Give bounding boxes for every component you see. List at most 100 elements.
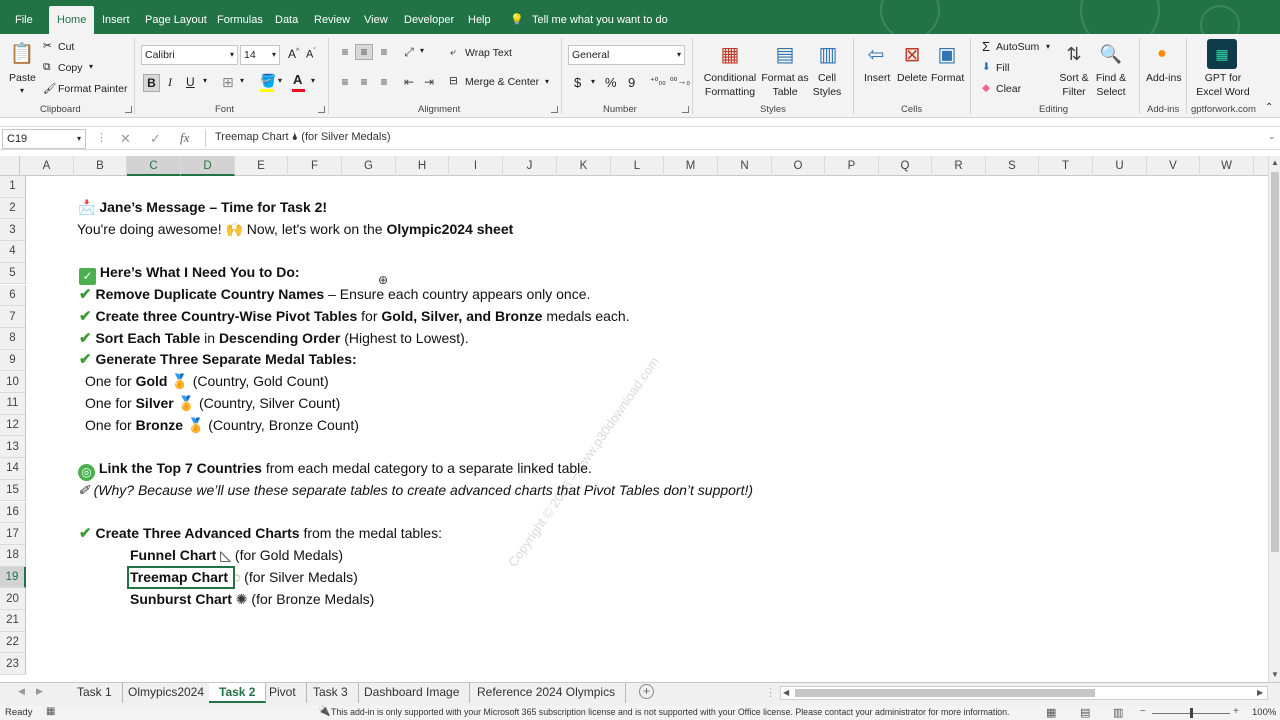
scroll-down-icon[interactable]: ▼ xyxy=(1271,670,1279,679)
column-header-a[interactable]: A xyxy=(20,156,74,176)
fill-button[interactable]: Fill xyxy=(996,62,1009,74)
format-as-table-icon[interactable]: ▤ xyxy=(771,40,799,68)
cell-styles-button[interactable]: Cell Styles xyxy=(808,71,846,99)
menu-home[interactable]: Home xyxy=(49,6,95,34)
bold-button[interactable]: B xyxy=(143,74,160,92)
row-header-23[interactable]: 23 xyxy=(0,653,26,676)
currency-button[interactable]: $ xyxy=(574,75,581,90)
wrap-text-button[interactable]: Wrap Text xyxy=(465,47,512,59)
find-select-button[interactable]: Find & Select xyxy=(1092,71,1130,99)
macro-record-icon[interactable]: ▦ xyxy=(46,706,55,717)
column-header-l[interactable]: L xyxy=(611,156,664,176)
column-header-b[interactable]: B xyxy=(74,156,127,176)
scroll-left-icon[interactable]: ◀ xyxy=(783,688,789,697)
gpt-for-excel-button[interactable]: GPT for Excel Word xyxy=(1196,71,1250,99)
select-all-corner[interactable] xyxy=(0,156,20,176)
scroll-up-icon[interactable]: ▲ xyxy=(1271,158,1279,167)
column-header-q[interactable]: Q xyxy=(879,156,932,176)
number-launcher-icon[interactable] xyxy=(682,106,689,113)
scroll-thumb[interactable] xyxy=(1271,172,1279,552)
row-header-14[interactable]: 14 xyxy=(0,458,26,480)
column-header-j[interactable]: J xyxy=(503,156,557,176)
enter-icon[interactable]: ✓ xyxy=(150,131,161,147)
font-launcher-icon[interactable] xyxy=(318,106,325,113)
decrease-font-icon[interactable]: Aˇ xyxy=(306,48,316,61)
column-header-w[interactable]: W xyxy=(1200,156,1254,176)
font-size-select[interactable]: 14 ▾ xyxy=(240,45,280,65)
menu-data[interactable]: Data xyxy=(275,0,298,34)
column-header-k[interactable]: K xyxy=(557,156,611,176)
tab-task-1[interactable]: Task 1 xyxy=(67,683,123,703)
row-header-4[interactable]: 4 xyxy=(0,241,26,263)
column-header-p[interactable]: P xyxy=(825,156,879,176)
orientation-dropdown-icon[interactable]: ▾ xyxy=(420,46,424,55)
font-name-select[interactable]: Calibri ▾ xyxy=(141,45,238,65)
expand-formula-icon[interactable]: ⌄ xyxy=(1268,131,1276,142)
cut-button[interactable]: Cut xyxy=(58,41,74,53)
row-header-16[interactable]: 16 xyxy=(0,501,26,524)
autosum-dropdown-icon[interactable]: ▾ xyxy=(1046,42,1050,51)
scroll-right-icon[interactable]: ▶ xyxy=(1257,688,1263,697)
vertical-scrollbar[interactable]: ▲ ▼ xyxy=(1268,156,1280,682)
borders-dropdown-icon[interactable]: ▾ xyxy=(240,76,244,85)
tab-dashboard-image[interactable]: Dashboard Image xyxy=(354,683,471,703)
clipboard-icon[interactable]: 📋 xyxy=(10,40,35,66)
tab-task-2[interactable]: Task 2 xyxy=(209,683,267,703)
menu-file[interactable]: File xyxy=(15,0,33,34)
formula-input[interactable]: Treemap Chart 🌢 (for Silver Medals) xyxy=(215,131,391,144)
row-header-22[interactable]: 22 xyxy=(0,631,26,654)
row-header-5[interactable]: 5 xyxy=(0,262,26,285)
increase-indent-icon[interactable]: ⇥ xyxy=(420,74,438,90)
merge-center-button[interactable]: Merge & Center xyxy=(465,76,539,88)
column-header-c[interactable]: C xyxy=(127,156,181,176)
decrease-indent-icon[interactable]: ⇤ xyxy=(400,74,418,90)
row-header-20[interactable]: 20 xyxy=(0,588,26,610)
row-header-11[interactable]: 11 xyxy=(0,393,26,415)
row-header-12[interactable]: 12 xyxy=(0,414,26,437)
clipboard-launcher-icon[interactable] xyxy=(125,106,132,113)
orientation-icon[interactable]: ⤢ xyxy=(400,44,418,60)
format-as-table-button[interactable]: Format as Table xyxy=(760,71,810,99)
menu-review[interactable]: Review xyxy=(314,0,350,34)
column-header-u[interactable]: U xyxy=(1093,156,1147,176)
sort-filter-button[interactable]: Sort & Filter xyxy=(1056,71,1092,99)
sort-filter-icon[interactable]: ⇅ xyxy=(1060,40,1088,68)
column-header-t[interactable]: T xyxy=(1039,156,1093,176)
find-select-icon[interactable]: 🔍 xyxy=(1097,40,1125,68)
underline-dropdown-icon[interactable]: ▾ xyxy=(203,76,207,85)
currency-dropdown-icon[interactable]: ▾ xyxy=(591,77,595,86)
normal-view-icon[interactable]: ▦ xyxy=(1046,706,1056,719)
conditional-formatting-button[interactable]: Conditional Formatting xyxy=(700,71,760,99)
decrease-decimal-icon[interactable]: ⁰⁰→₀ xyxy=(670,76,690,87)
row-header-17[interactable]: 17 xyxy=(0,523,26,545)
alignment-launcher-icon[interactable] xyxy=(551,106,558,113)
delete-cells-icon[interactable]: ⊠ xyxy=(899,40,925,68)
zoom-out-icon[interactable]: − xyxy=(1140,706,1146,717)
add-sheet-icon[interactable]: + xyxy=(639,684,654,699)
cell-styles-icon[interactable]: ▥ xyxy=(814,40,842,68)
increase-font-icon[interactable]: A^ xyxy=(288,47,299,61)
cancel-icon[interactable]: ✕ xyxy=(120,131,131,147)
font-color-dropdown-icon[interactable]: ▾ xyxy=(311,76,315,85)
align-top-icon[interactable]: ≡ xyxy=(336,44,354,60)
row-header-7[interactable]: 7 xyxy=(0,306,26,328)
column-header-i[interactable]: I xyxy=(449,156,503,176)
menu-view[interactable]: View xyxy=(364,0,388,34)
selected-cell[interactable] xyxy=(127,566,235,589)
increase-decimal-icon[interactable]: ⁺⁰₀₀ xyxy=(650,76,666,87)
row-header-19[interactable]: 19 xyxy=(0,566,26,589)
prev-sheet-icon[interactable]: ◀ xyxy=(18,686,25,697)
row-header-9[interactable]: 9 xyxy=(0,349,26,372)
merge-dropdown-icon[interactable]: ▾ xyxy=(545,77,549,86)
paste-dropdown-icon[interactable]: ▾ xyxy=(20,86,24,95)
row-header-13[interactable]: 13 xyxy=(0,436,26,459)
align-middle-icon[interactable]: ≡ xyxy=(355,44,373,60)
percent-button[interactable]: % xyxy=(605,75,617,90)
number-format-select[interactable]: General ▾ xyxy=(568,45,685,65)
copy-button[interactable]: Copy xyxy=(58,62,83,74)
row-header-3[interactable]: 3 xyxy=(0,219,26,242)
column-header-v[interactable]: V xyxy=(1147,156,1200,176)
fill-color-icon[interactable]: 🪣 xyxy=(260,73,276,89)
clear-button[interactable]: Clear xyxy=(996,83,1021,95)
menu-page-layout[interactable]: Page Layout xyxy=(145,0,207,34)
